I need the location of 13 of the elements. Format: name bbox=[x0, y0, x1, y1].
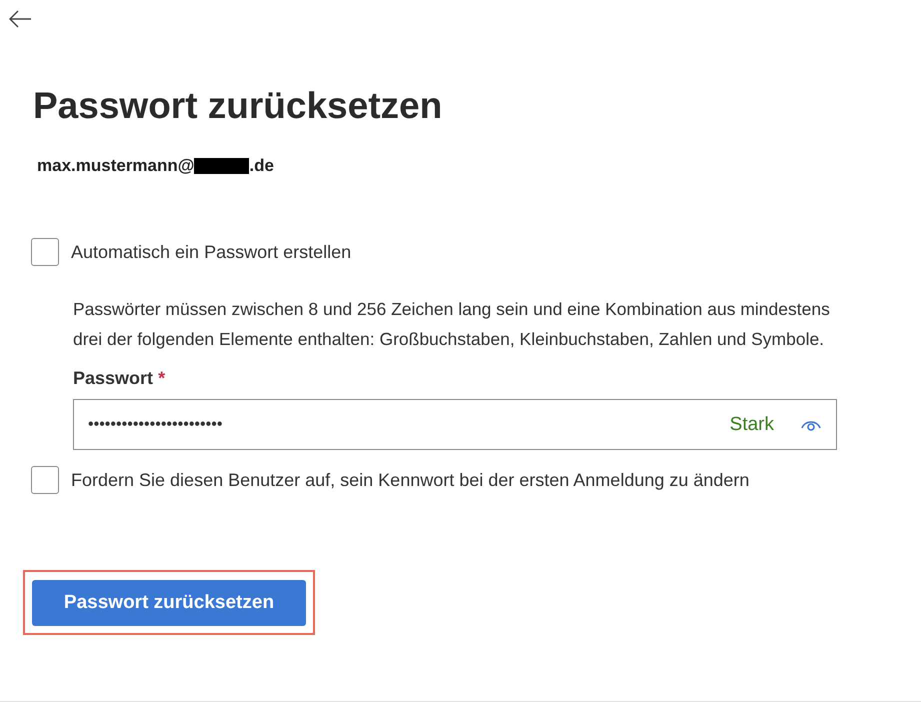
checkbox[interactable] bbox=[31, 466, 59, 494]
checkbox-label: Fordern Sie diesen Benutzer auf, sein Kennwort bei der ersten Anmeldung zu ändern bbox=[71, 470, 750, 490]
password-field[interactable]: •••••••••••••••••••••••• Stark bbox=[73, 399, 837, 450]
password-label: Passwort * bbox=[73, 368, 166, 389]
password-rules-text: Passwörter müssen zwischen 8 und 256 Zeichen lang sein und eine Kombination aus mindestens drei der folgenden Elemente enthalten: Großbuchstaben, Kleinbuchstaben, Zahlen und Symbole. bbox=[73, 298, 831, 351]
checkbox-label: Automatisch ein Passwort erstellen bbox=[71, 242, 352, 262]
checkbox[interactable] bbox=[31, 238, 59, 266]
strength-text: Stark bbox=[730, 414, 774, 436]
email-domain-text: .de bbox=[249, 156, 274, 176]
email-text: max.mustermann@ bbox=[37, 156, 194, 176]
page-title: Passwort zurücksetzen bbox=[33, 84, 444, 128]
back-arrow-icon[interactable] bbox=[8, 10, 32, 28]
reset-password-button[interactable]: Passwort zurücksetzen bbox=[32, 580, 306, 626]
